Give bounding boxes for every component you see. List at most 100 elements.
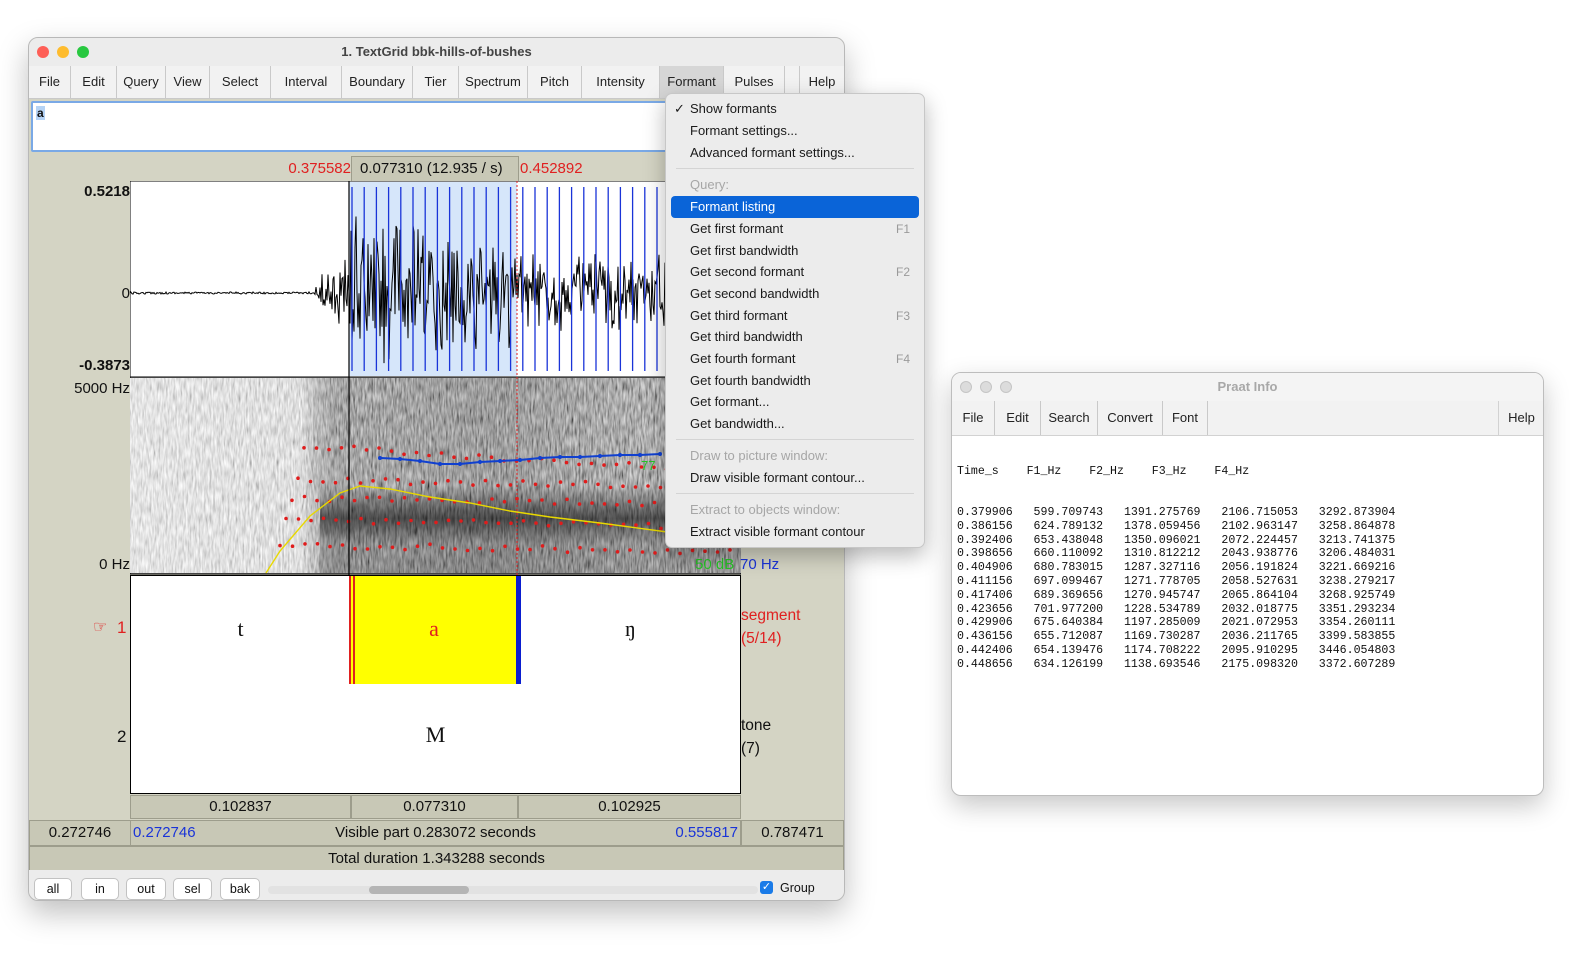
window-end-time[interactable]: 0.787471 [741,820,844,846]
tier1-name[interactable]: segment [741,607,800,625]
zoom-back-button[interactable]: bak [220,878,260,900]
menu-show-formants[interactable]: ✓ Show formants [666,98,924,120]
menu-spectrum[interactable]: Spectrum [459,66,528,98]
pitch-dot [458,462,462,466]
tier-tone[interactable]: M [130,684,741,794]
menu-get-first-formant[interactable]: Get first formant F1 [666,218,924,240]
info-text-area[interactable]: Time_s F1_Hz F2_Hz F3_Hz F4_Hz 0.379906 … [957,437,1537,699]
menu-extract-visible-formant-contour[interactable]: Extract visible formant contour [666,521,924,543]
formant-dot [640,550,645,554]
formant-dot [596,482,600,487]
duration-selection[interactable]: 0.077310 [351,795,518,819]
formant-dot [365,547,370,551]
group-label: Group [780,881,815,895]
formant-dot [646,521,651,526]
group-checkbox[interactable]: ✓ [760,881,773,894]
menu-formant-listing[interactable]: Formant listing [671,196,919,218]
menu-get-bandwidth[interactable]: Get bandwidth... [666,413,924,435]
formant-dot [571,482,575,487]
formant-dot [403,547,407,552]
menu-interval[interactable]: Interval [271,66,342,98]
checkmark-icon: ✓ [674,101,685,116]
menu-pitch[interactable]: Pitch [528,66,582,98]
menu-edit[interactable]: Edit [71,66,117,98]
menu-get-fourth-formant[interactable]: Get fourth formant F4 [666,348,924,370]
formant-dot [402,495,407,500]
menu-get-first-bandwidth[interactable]: Get first bandwidth [666,240,924,262]
formant-dot [303,542,307,546]
formant-dot [615,503,619,507]
zoom-in-button[interactable]: in [81,878,119,900]
menu-separator [676,168,914,169]
formant-dot [377,495,382,500]
formant-dot [502,499,507,504]
pitch-dot [438,462,442,466]
visible-part-label: Visible part 0.283072 seconds [335,824,536,841]
menu-file[interactable]: File [29,66,71,98]
menu-tier[interactable]: Tier [413,66,459,98]
zoom-out-button[interactable]: out [126,878,166,900]
formant-dot [427,453,431,458]
menu-draw-visible-formant-contour[interactable]: Draw visible formant contour... [666,467,924,489]
menu-view[interactable]: View [166,66,210,98]
menu-select[interactable]: Select [210,66,271,98]
tier-segment[interactable]: t a ŋ [130,575,741,686]
info-menu-convert[interactable]: Convert [1098,401,1163,435]
info-menu-file[interactable]: File [952,401,995,435]
formant-dot [465,548,470,553]
interval-label-a: a [429,616,439,641]
formant-dot [327,447,331,452]
formant-dot [383,477,388,481]
formant-listing-row: 0.411156 697.099467 1271.778705 2058.527… [957,574,1396,588]
tier2-name[interactable]: tone [741,717,771,735]
shortcut-f4: F4 [895,352,910,366]
duration-left[interactable]: 0.102837 [130,795,351,819]
formant-dot [583,479,588,484]
formant-dot [565,497,569,502]
formant-dot [728,548,732,552]
info-menu-font[interactable]: Font [1163,401,1208,435]
zoom-selection-button[interactable]: sel [173,878,212,900]
menu-get-second-formant[interactable]: Get second formant F2 [666,261,924,283]
formant-dot [440,546,445,550]
zoom-all-button[interactable]: all [34,878,72,900]
menu-first-formant-label: Get first formant [690,221,784,236]
sound-display[interactable] [130,181,741,575]
info-menu-search[interactable]: Search [1041,401,1098,435]
menu-intensity[interactable]: Intensity [582,66,660,98]
menu-advanced-formant-settings[interactable]: Advanced formant settings... [666,142,924,164]
menu-extract-header: Extract to objects window: [666,499,924,521]
intensity-bottom-label: 50 dB [695,556,735,573]
formant-dot [315,542,320,546]
horizontal-scrollbar[interactable] [268,886,758,894]
menu-get-formant[interactable]: Get formant... [666,391,924,413]
formant-dot [352,498,357,503]
menu-get-third-bandwidth[interactable]: Get third bandwidth [666,326,924,348]
formant-listing-row: 0.448656 634.126199 1138.693546 2175.098… [957,657,1396,671]
menu-boundary[interactable]: Boundary [342,66,413,98]
menu-formant-settings[interactable]: Formant settings... [666,120,924,142]
tier-pointer-icon: ☞ [93,619,108,636]
formant-dot [615,550,620,554]
menu-fourth-formant-label: Get fourth formant [690,351,796,366]
visible-part-bar[interactable]: 0.272746 Visible part 0.283072 seconds 0… [130,820,741,846]
menu-extract-header-label: Extract to objects window: [690,502,841,517]
interval-text-field[interactable]: a [31,101,675,152]
menu-get-fourth-bandwidth[interactable]: Get fourth bandwidth [666,370,924,392]
tier1-number: 1 [117,618,127,637]
tier1-count: (5/14) [741,630,782,647]
menu-get-second-bandwidth[interactable]: Get second bandwidth [666,283,924,305]
formant-dot [496,483,500,488]
menu-query[interactable]: Query [117,66,166,98]
total-duration-bar[interactable]: Total duration 1.343288 seconds [29,846,844,871]
formant-dot [284,516,288,521]
window-start-time[interactable]: 0.272746 [29,820,131,846]
menu-second-formant-label: Get second formant [690,264,805,279]
scrollbar-thumb[interactable] [369,886,469,894]
formant-listing-row: 0.417406 689.369656 1270.945747 2065.864… [957,588,1396,602]
info-menu-help[interactable]: Help [1498,401,1543,435]
info-menu-edit[interactable]: Edit [995,401,1041,435]
formant-dot [358,481,363,485]
duration-right[interactable]: 0.102925 [518,795,741,819]
menu-get-third-formant[interactable]: Get third formant F3 [666,305,924,327]
